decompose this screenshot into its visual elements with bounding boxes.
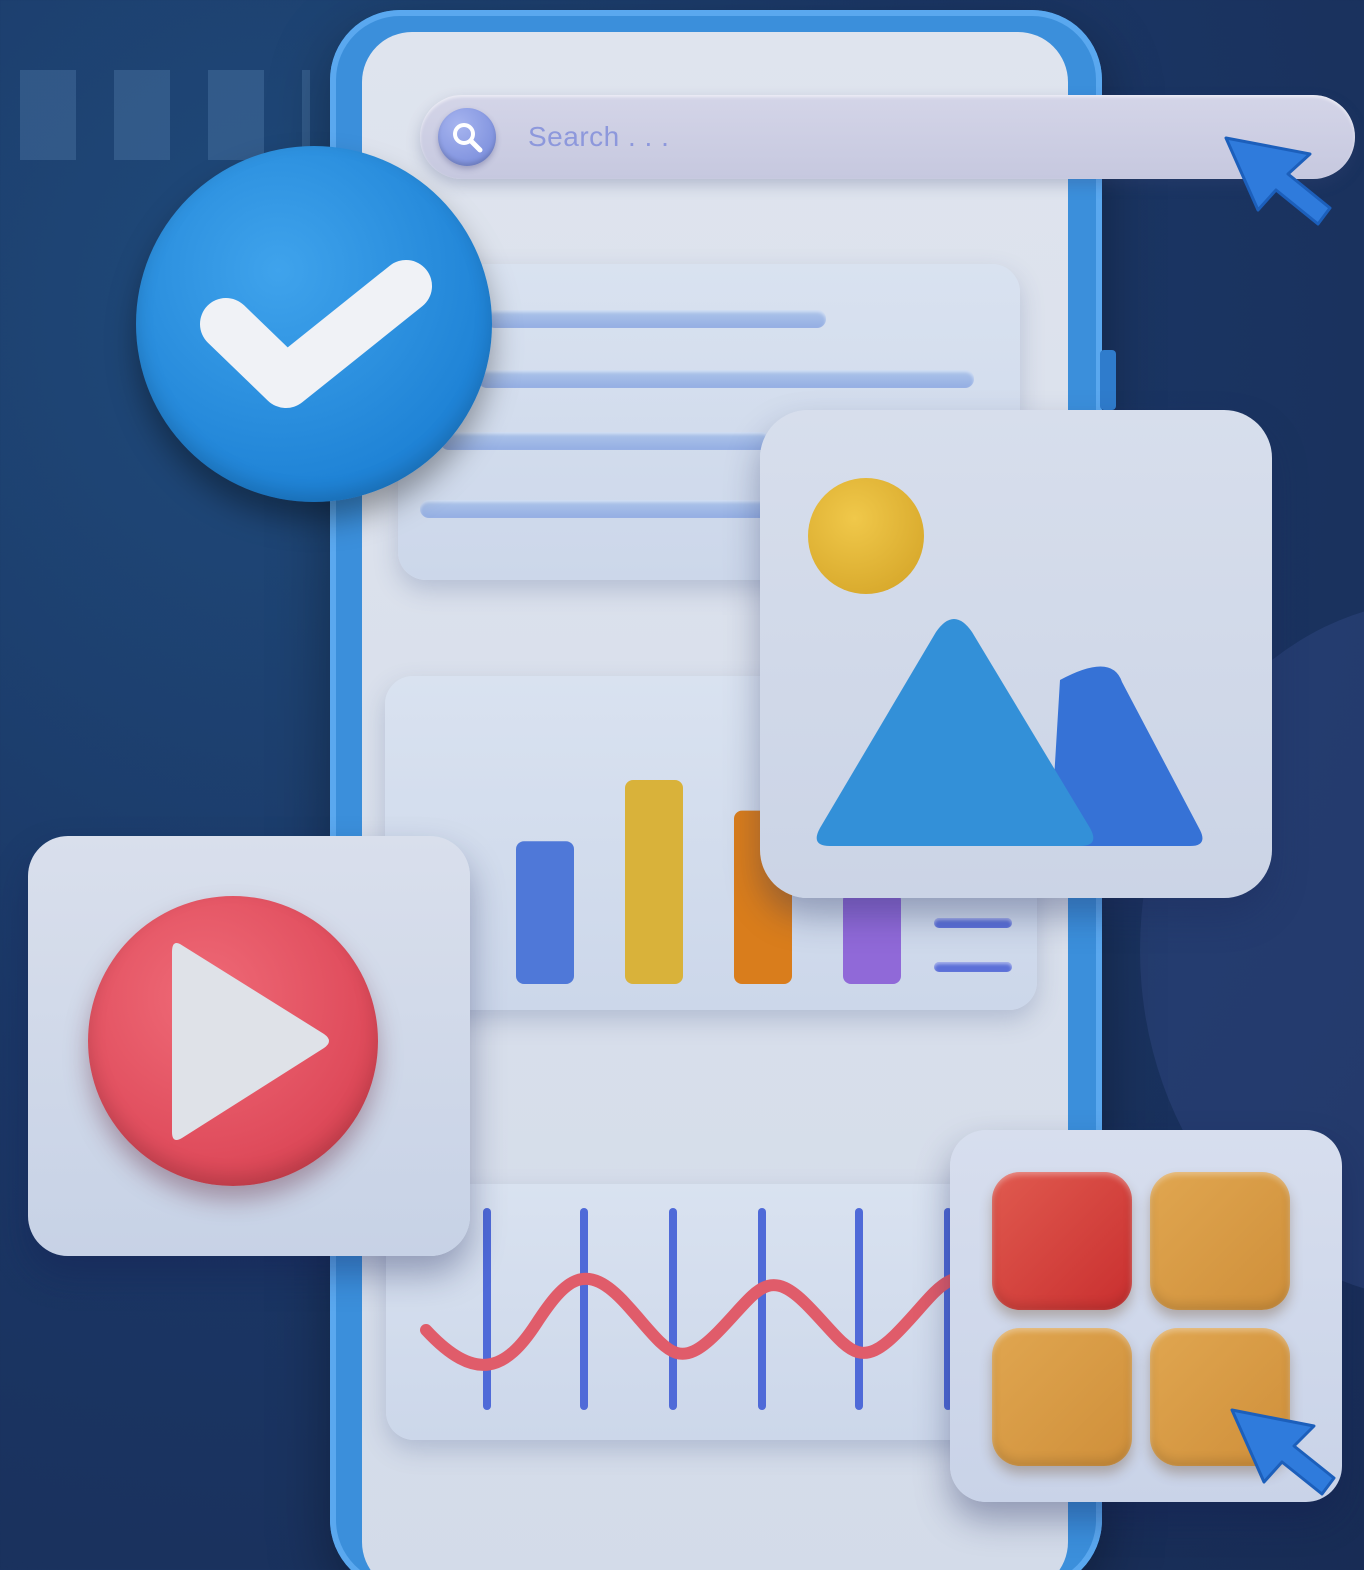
legend-line (934, 962, 1012, 972)
chart-bar (843, 892, 901, 984)
search-input[interactable] (526, 120, 1130, 154)
chart-bar (516, 841, 574, 984)
check-icon (200, 260, 432, 408)
grid-tile[interactable] (992, 1328, 1132, 1466)
play-icon (172, 943, 329, 1140)
phone-side-button (1100, 350, 1116, 410)
grid-tile[interactable] (1150, 1172, 1290, 1310)
image-icon (808, 478, 1203, 846)
search-bar[interactable] (420, 95, 1355, 179)
wave-chart (420, 1208, 992, 1410)
cursor-icon (1224, 136, 1332, 226)
search-icon[interactable] (438, 108, 496, 166)
grid-tile[interactable] (992, 1172, 1132, 1310)
legend-line (934, 918, 1012, 928)
cursor-icon (1230, 1408, 1336, 1496)
text-line (486, 310, 826, 328)
text-line (420, 500, 770, 518)
chart-bar (625, 780, 683, 984)
text-line (478, 370, 974, 388)
